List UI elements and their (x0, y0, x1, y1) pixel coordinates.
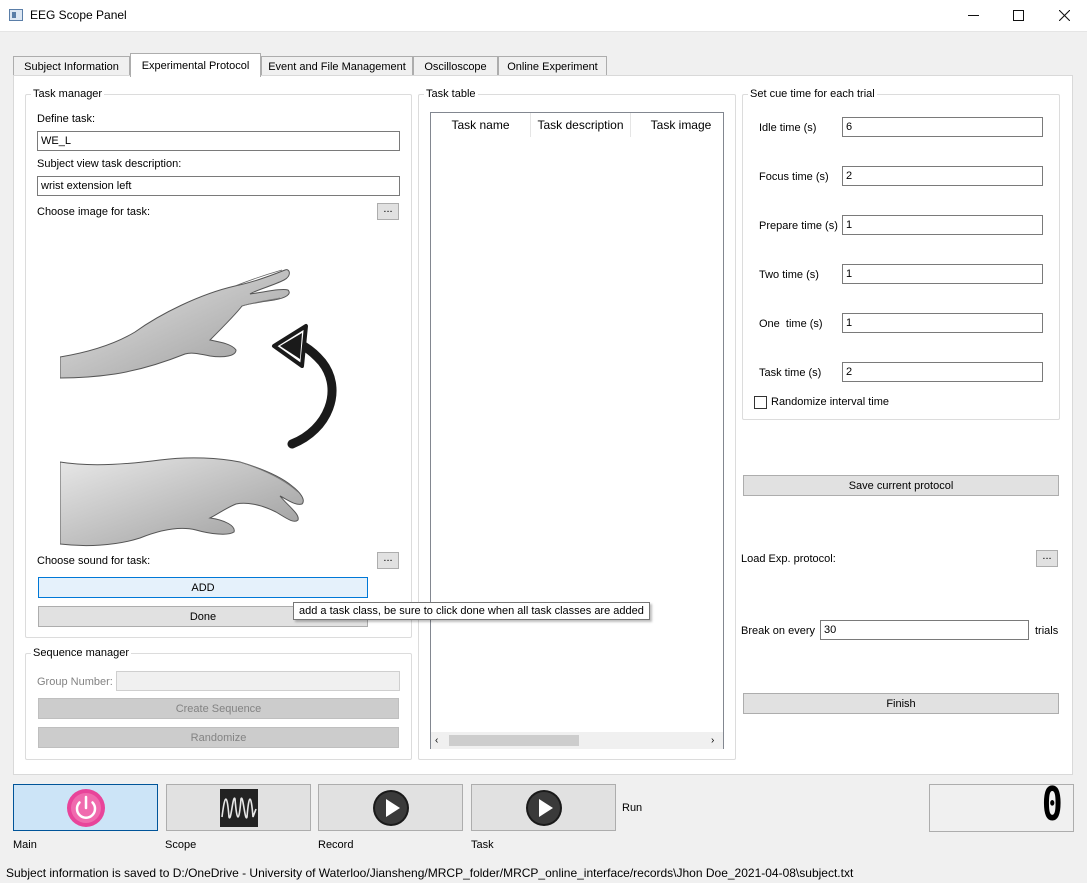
tab-oscilloscope[interactable]: Oscilloscope (413, 56, 498, 76)
scroll-left-icon[interactable]: ‹ (435, 736, 438, 746)
tab-event-file-management[interactable]: Event and File Management (261, 56, 413, 76)
task-time-input[interactable]: 2 (842, 362, 1043, 382)
two-time-label: Two time (s) (759, 269, 819, 281)
randomize-sequence-button[interactable]: Randomize (38, 727, 399, 748)
play-icon (372, 789, 409, 826)
task-manager-title: Task manager (31, 88, 105, 100)
main-power-button[interactable] (13, 784, 158, 831)
focus-time-label: Focus time (s) (759, 171, 829, 183)
sequence-manager-title: Sequence manager (31, 647, 132, 659)
prepare-time-input[interactable]: 1 (842, 215, 1043, 235)
create-sequence-button[interactable]: Create Sequence (38, 698, 399, 719)
close-button[interactable] (1041, 0, 1087, 31)
maximize-button[interactable] (995, 0, 1041, 31)
trial-counter-display: 0 (929, 777, 1074, 832)
choose-sound-button[interactable]: ... (377, 552, 399, 569)
scroll-right-icon[interactable]: › (711, 736, 714, 746)
minimize-button[interactable] (950, 0, 996, 31)
define-task-label: Define task: (37, 113, 96, 125)
choose-image-button[interactable]: ... (377, 203, 399, 220)
break-trials-input[interactable]: 30 (820, 620, 1029, 640)
tab-online-experiment[interactable]: Online Experiment (498, 56, 607, 76)
one-time-input[interactable]: 1 (842, 313, 1043, 333)
task-run-button[interactable] (471, 784, 616, 831)
task-time-label: Task time (s) (759, 367, 822, 379)
prepare-time-label: Prepare time (s) (759, 220, 838, 232)
task-description-label: Subject view task description: (37, 158, 182, 170)
load-protocol-label: Load Exp. protocol: (741, 553, 836, 565)
power-icon (66, 788, 105, 827)
column-task-image[interactable]: Task image (631, 113, 731, 137)
choose-image-label: Choose image for task: (37, 206, 151, 218)
trial-counter-value: 0 (1042, 777, 1063, 831)
break-label: Break on every (741, 625, 815, 637)
add-tooltip: add a task class, be sure to click done … (293, 602, 650, 620)
save-protocol-button[interactable]: Save current protocol (743, 475, 1059, 496)
group-number-input[interactable] (116, 671, 400, 691)
maximize-icon (1012, 10, 1024, 21)
window-title: EEG Scope Panel (30, 8, 127, 22)
randomize-interval-checkbox[interactable] (754, 396, 767, 409)
record-label: Record (318, 839, 354, 851)
define-task-input[interactable]: WE_L (37, 131, 400, 151)
oscilloscope-icon (219, 788, 258, 827)
title-bar (0, 0, 1087, 32)
task-label: Task (471, 839, 494, 851)
record-button[interactable] (318, 784, 463, 831)
tab-subject-information[interactable]: Subject Information (13, 56, 130, 76)
main-label: Main (13, 839, 37, 851)
task-table-title: Task table (424, 88, 478, 100)
idle-time-input[interactable]: 6 (842, 117, 1043, 137)
randomize-interval-label: Randomize interval time (771, 396, 889, 408)
task-description-input[interactable]: wrist extension left (37, 176, 400, 196)
status-bar: Subject information is saved to D:/OneDr… (6, 866, 854, 880)
two-time-input[interactable]: 1 (842, 264, 1043, 284)
task-table[interactable]: Task name Task description Task image ‹ … (430, 112, 724, 749)
add-task-button[interactable]: ADD (38, 577, 368, 598)
cue-time-title: Set cue time for each trial (748, 88, 877, 100)
close-icon (1058, 10, 1070, 21)
trials-label: trials (1035, 625, 1059, 637)
column-task-description[interactable]: Task description (531, 113, 631, 137)
one-time-label: One time (s) (759, 318, 823, 330)
focus-time-input[interactable]: 2 (842, 166, 1043, 186)
group-number-label: Group Number: (37, 676, 113, 688)
idle-time-label: Idle time (s) (759, 122, 817, 134)
tab-experimental-protocol[interactable]: Experimental Protocol (130, 53, 261, 77)
finish-button[interactable]: Finish (743, 693, 1059, 714)
play-icon (525, 789, 562, 826)
scope-button[interactable] (166, 784, 311, 831)
choose-sound-label: Choose sound for task: (37, 555, 151, 567)
run-label: Run (622, 802, 643, 814)
scrollbar-thumb[interactable] (449, 735, 579, 746)
app-icon (9, 9, 23, 21)
column-task-name[interactable]: Task name (431, 113, 531, 137)
load-protocol-button[interactable]: ... (1036, 550, 1058, 567)
task-image (60, 269, 337, 547)
minimize-icon (967, 15, 979, 16)
scope-label: Scope (165, 839, 197, 851)
horizontal-scrollbar[interactable]: ‹ › (431, 732, 723, 749)
